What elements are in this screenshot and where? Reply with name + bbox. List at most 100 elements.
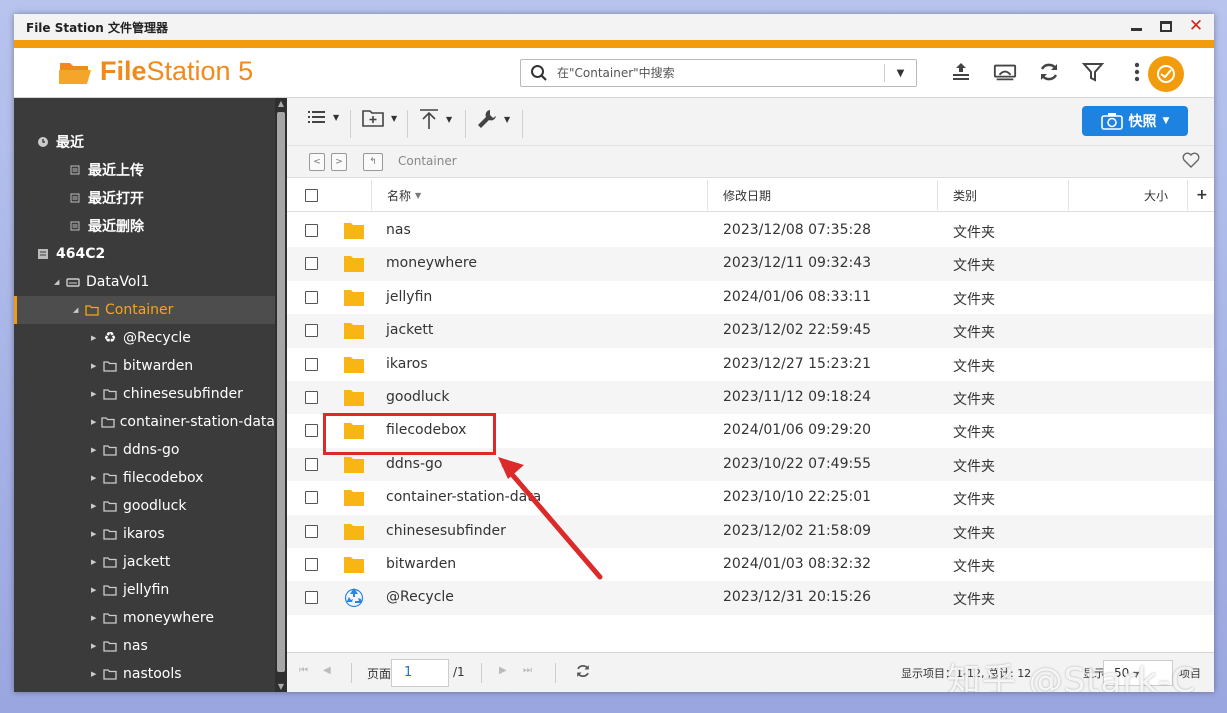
sidebar-item-ikaros[interactable]: ▶ ikaros bbox=[14, 520, 275, 548]
maximize-icon[interactable] bbox=[1158, 18, 1174, 34]
sidebar-item-jackett[interactable]: ▶ jackett bbox=[14, 548, 275, 576]
file-name[interactable]: ikaros bbox=[386, 356, 428, 372]
file-name[interactable]: chinesesubfinder bbox=[386, 523, 506, 539]
next-page-button[interactable]: ▶ bbox=[499, 665, 507, 676]
close-icon[interactable]: ✕ bbox=[1188, 16, 1204, 36]
sidebar-item-recent-upload[interactable]: 最近上传 bbox=[14, 156, 275, 184]
expand-arrow-icon[interactable]: ◢ bbox=[54, 278, 64, 286]
collapse-arrow-icon[interactable]: ▶ bbox=[91, 614, 101, 622]
network-drive-icon[interactable] bbox=[993, 60, 1017, 84]
collapse-arrow-icon[interactable]: ▶ bbox=[91, 670, 101, 678]
more-icon[interactable] bbox=[1125, 60, 1149, 84]
column-modified[interactable]: 修改日期 bbox=[723, 178, 771, 212]
table-row[interactable]: @Recycle 2023/12/31 20:15:26 文件夹 bbox=[287, 581, 1214, 615]
sidebar-item-moneywhere[interactable]: ▶ moneywhere bbox=[14, 604, 275, 632]
row-checkbox[interactable] bbox=[305, 357, 318, 371]
table-row[interactable]: nas 2023/12/08 07:35:28 文件夹 bbox=[287, 214, 1214, 247]
collapse-arrow-icon[interactable]: ▶ bbox=[91, 390, 101, 398]
table-row[interactable]: bitwarden 2024/01/03 08:32:32 文件夹 bbox=[287, 548, 1214, 581]
sidebar-item-recent-open[interactable]: 最近打开 bbox=[14, 184, 275, 212]
upload-button[interactable]: ▼ bbox=[418, 108, 452, 130]
collapse-arrow-icon[interactable]: ▶ bbox=[91, 502, 101, 510]
search-icon[interactable] bbox=[521, 64, 557, 82]
file-name[interactable]: @Recycle bbox=[386, 589, 454, 605]
row-checkbox[interactable] bbox=[305, 224, 318, 237]
sidebar-item-recent-delete[interactable]: 最近删除 bbox=[14, 212, 275, 240]
sidebar-item-nas[interactable]: ▶ nas bbox=[14, 632, 275, 660]
table-row[interactable]: container-station-data 2023/10/10 22:25:0… bbox=[287, 481, 1214, 514]
row-checkbox[interactable] bbox=[305, 457, 318, 471]
collapse-arrow-icon[interactable]: ▶ bbox=[91, 418, 100, 426]
sidebar-item-goodluck[interactable]: ▶ goodluck bbox=[14, 492, 275, 520]
new-folder-button[interactable]: ▼ bbox=[361, 108, 397, 128]
sidebar-item-bitwarden[interactable]: ▶ bitwarden bbox=[14, 352, 275, 380]
collapse-arrow-icon[interactable]: ▶ bbox=[91, 474, 101, 482]
collapse-arrow-icon[interactable]: ▶ bbox=[91, 362, 101, 370]
collapse-arrow-icon[interactable]: ▶ bbox=[91, 530, 101, 538]
minimize-icon[interactable] bbox=[1128, 18, 1144, 34]
tools-button[interactable]: ▼ bbox=[476, 108, 510, 130]
sidebar-item-nas[interactable]: 464C2 bbox=[14, 240, 275, 268]
view-mode-button[interactable]: ▼ bbox=[307, 108, 339, 126]
file-name[interactable]: ddns-go bbox=[386, 456, 442, 472]
file-name[interactable]: jellyfin bbox=[386, 289, 432, 305]
sidebar-item-chinesesubfinder[interactable]: ▶ chinesesubfinder bbox=[14, 380, 275, 408]
breadcrumb[interactable]: Container bbox=[398, 154, 457, 168]
sidebar-item-container-station-data[interactable]: ▶ container-station-data bbox=[14, 408, 275, 436]
refresh-icon[interactable] bbox=[1037, 60, 1061, 84]
search-options-dropdown[interactable]: ▼ bbox=[884, 64, 916, 82]
expand-arrow-icon[interactable]: ◢ bbox=[73, 306, 83, 314]
column-size[interactable]: 大小 bbox=[1144, 178, 1168, 212]
collapse-arrow-icon[interactable]: ▶ bbox=[91, 446, 101, 454]
row-checkbox[interactable] bbox=[305, 424, 318, 438]
sidebar-item-datavol1[interactable]: ◢ DataVol1 bbox=[14, 268, 275, 296]
row-checkbox[interactable] bbox=[305, 257, 318, 271]
file-name[interactable]: nas bbox=[386, 222, 411, 238]
row-checkbox[interactable] bbox=[305, 390, 318, 404]
table-row[interactable]: goodluck 2023/11/12 09:18:24 文件夹 bbox=[287, 380, 1214, 415]
collapse-arrow-icon[interactable]: ▶ bbox=[91, 642, 101, 650]
sidebar-scrollbar[interactable]: ▲ ▼ bbox=[275, 98, 287, 692]
table-row[interactable]: chinesesubfinder 2023/12/02 21:58:09 文件夹 bbox=[287, 514, 1214, 548]
collapse-arrow-icon[interactable]: ▶ bbox=[91, 558, 101, 566]
favorite-heart-icon[interactable] bbox=[1182, 152, 1200, 172]
sidebar-item-recycle[interactable]: ▶ ♻ @Recycle bbox=[14, 324, 275, 352]
file-name[interactable]: moneywhere bbox=[386, 255, 477, 271]
add-column-icon[interactable]: + bbox=[1196, 178, 1208, 212]
row-checkbox[interactable] bbox=[305, 524, 318, 538]
collapse-arrow-icon[interactable]: ▶ bbox=[91, 586, 101, 594]
first-page-button[interactable]: ⏮ bbox=[299, 665, 308, 676]
search-input[interactable] bbox=[557, 66, 884, 80]
last-page-button[interactable]: ⏭ bbox=[523, 665, 532, 676]
refresh-list-icon[interactable] bbox=[575, 663, 591, 682]
page-input[interactable]: 1 bbox=[391, 659, 449, 687]
profile-icon[interactable] bbox=[1148, 56, 1184, 92]
row-checkbox[interactable] bbox=[305, 324, 318, 338]
row-checkbox[interactable] bbox=[305, 491, 318, 505]
scroll-up-icon[interactable]: ▲ bbox=[275, 99, 287, 108]
sidebar-item-nastools[interactable]: ▶ nastools bbox=[14, 660, 275, 688]
file-name[interactable]: jackett bbox=[386, 322, 433, 338]
column-name[interactable]: 名称 ▼ bbox=[387, 178, 421, 212]
file-name[interactable]: goodluck bbox=[386, 389, 449, 405]
prev-page-button[interactable]: ◀ bbox=[323, 665, 331, 676]
column-type[interactable]: 类别 bbox=[953, 178, 977, 212]
collapse-arrow-icon[interactable]: ▶ bbox=[91, 334, 101, 342]
snapshot-button[interactable]: 快照 ▼ bbox=[1082, 106, 1188, 136]
scrollbar-thumb[interactable] bbox=[277, 112, 285, 672]
table-row[interactable]: ikaros 2023/12/27 15:23:21 文件夹 bbox=[287, 348, 1214, 381]
filter-icon[interactable] bbox=[1081, 60, 1105, 84]
upload-queue-icon[interactable] bbox=[949, 60, 973, 84]
file-name[interactable]: bitwarden bbox=[386, 556, 456, 572]
table-row[interactable]: moneywhere 2023/12/11 09:32:43 文件夹 bbox=[287, 247, 1214, 281]
table-row[interactable]: jackett 2023/12/02 22:59:45 文件夹 bbox=[287, 314, 1214, 348]
select-all-checkbox[interactable] bbox=[305, 178, 318, 212]
sidebar-item-ddns-go[interactable]: ▶ ddns-go bbox=[14, 436, 275, 464]
row-checkbox[interactable] bbox=[305, 591, 318, 605]
sidebar-item-filecodebox[interactable]: ▶ filecodebox bbox=[14, 464, 275, 492]
sidebar-item-recent[interactable]: 最近 bbox=[14, 128, 275, 156]
forward-button[interactable]: > bbox=[331, 153, 347, 171]
back-button[interactable]: < bbox=[309, 153, 325, 171]
sidebar-item-container[interactable]: ◢ Container bbox=[14, 296, 275, 324]
scroll-down-icon[interactable]: ▼ bbox=[275, 682, 287, 691]
